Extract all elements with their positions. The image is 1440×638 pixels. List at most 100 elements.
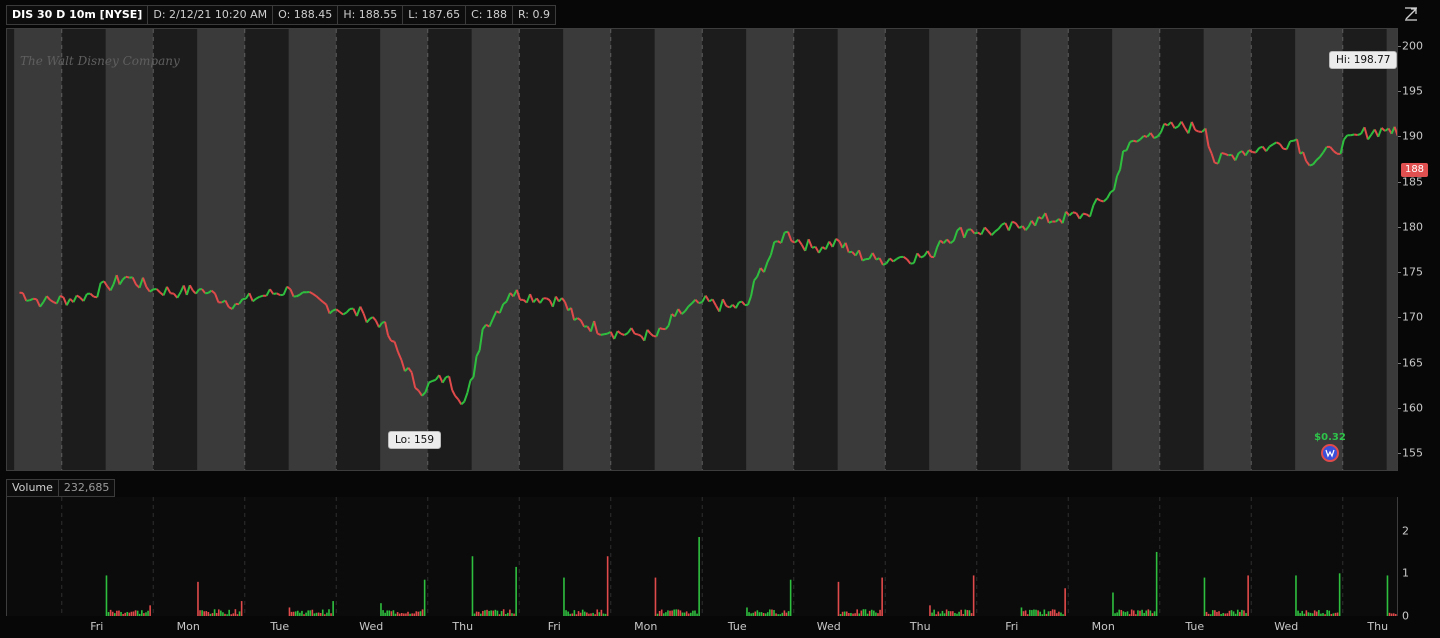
day-label: Wed: [1274, 620, 1299, 633]
day-label: Mon: [634, 620, 658, 633]
price-segment: [390, 339, 395, 343]
volume-bar: [1147, 609, 1150, 616]
price-segment: [432, 378, 437, 382]
price-tick-mark: [1398, 362, 1401, 364]
day-label: Mon: [1091, 620, 1115, 633]
volume-axis[interactable]: 0 1 2: [1398, 497, 1440, 622]
volume-chart-svg[interactable]: [7, 497, 1398, 616]
volume-bar: [675, 609, 678, 616]
day-label: Tue: [270, 620, 290, 633]
volume-bar: [1051, 609, 1054, 616]
session-band-overnight: [519, 29, 564, 470]
volume-bar: [217, 609, 220, 616]
volume-bar: [563, 577, 565, 616]
volume-bar: [332, 601, 334, 616]
price-segment: [1082, 212, 1087, 216]
price-tick-label: 190: [1402, 129, 1423, 143]
price-tick-label: 180: [1402, 220, 1423, 234]
volume-bar: [654, 577, 657, 616]
price-segment: [1011, 220, 1017, 224]
volume-bar: [234, 609, 237, 616]
price-tick-mark: [1398, 452, 1401, 454]
price-segment: [637, 333, 642, 337]
volume-header: Volume 232,685: [6, 479, 116, 497]
session-band-overnight: [976, 29, 1021, 470]
session-band-trading: [1386, 29, 1397, 470]
price-tick-label: 170: [1402, 310, 1423, 324]
day-label: Fri: [90, 620, 104, 633]
day-label: Fri: [547, 620, 561, 633]
price-segment: [273, 292, 277, 296]
session-band-trading: [1295, 29, 1343, 470]
volume-bar: [213, 609, 216, 616]
day-label: Wed: [359, 620, 384, 633]
volume-bar: [1020, 607, 1023, 616]
volume-tick-label: 0: [1402, 609, 1409, 623]
volume-label[interactable]: Volume: [7, 480, 59, 496]
volume-bar: [698, 537, 700, 616]
session-band-overnight: [1342, 29, 1387, 470]
price-chart-panel[interactable]: The Walt Disney Company: [6, 28, 1398, 471]
day-label: Thu: [452, 620, 474, 633]
volume-bar: [864, 609, 867, 616]
volume-chart-panel[interactable]: [6, 497, 1398, 616]
low-callout: Lo: 159: [388, 431, 442, 449]
volume-bar: [862, 609, 865, 616]
price-chart-svg[interactable]: [7, 29, 1398, 471]
price-axis[interactable]: 155 160 165 170 175 180 185 190 195 200: [1398, 28, 1440, 471]
volume-bar: [837, 581, 840, 616]
volume-bar: [972, 575, 975, 616]
session-band-overnight: [61, 29, 106, 470]
price-tick-mark: [1398, 226, 1401, 228]
price-segment: [1224, 152, 1229, 157]
volume-bar: [856, 609, 858, 616]
price-segment: [1072, 211, 1077, 215]
symbol-label[interactable]: DIS 30 D 10m [NYSE]: [7, 6, 149, 24]
price-segment: [242, 297, 247, 301]
session-band-overnight: [7, 29, 15, 470]
high-readout: H: 188.55: [338, 6, 404, 24]
session-band-overnight: [1159, 29, 1204, 470]
price-segment: [974, 231, 979, 235]
price-segment: [603, 332, 608, 336]
price-tick-mark: [1398, 181, 1401, 183]
session-band-trading: [105, 29, 154, 470]
company-watermark: The Walt Disney Company: [20, 54, 180, 68]
volume-bar: [881, 577, 883, 616]
price-segment: [26, 299, 30, 302]
price-tick-label: 175: [1402, 265, 1423, 279]
session-band-overnight: [153, 29, 198, 470]
volume-bar: [929, 605, 931, 616]
volume-bar: [421, 609, 424, 616]
price-segment: [1122, 149, 1127, 153]
day-label: Fri: [1005, 620, 1019, 633]
maximize-button[interactable]: [1400, 4, 1422, 24]
dividend-label: $0.32: [1314, 432, 1346, 443]
volume-bar: [105, 575, 108, 616]
session-band-trading: [14, 29, 62, 470]
session-band-trading: [471, 29, 520, 470]
volume-bar: [1247, 575, 1249, 616]
volume-tick-label: 2: [1402, 524, 1409, 538]
price-segment: [296, 293, 301, 298]
price-segment: [1174, 125, 1179, 130]
price-segment: [1309, 163, 1314, 167]
price-tick-label: 200: [1402, 39, 1423, 53]
dividend-marker[interactable]: $0.32: [1309, 432, 1351, 466]
price-segment: [59, 294, 64, 299]
dividend-marker-icon[interactable]: [1321, 444, 1339, 462]
price-segment: [920, 255, 925, 259]
volume-bar: [1064, 588, 1066, 616]
volume-bar: [380, 603, 382, 616]
day-label: Thu: [909, 620, 931, 633]
price-segment: [774, 240, 778, 243]
chart-header: DIS 30 D 10m [NYSE] D: 2/12/21 10:20 AM …: [6, 5, 557, 25]
volume-tick-label: 1: [1402, 566, 1409, 580]
price-segment: [428, 380, 433, 384]
volume-bar: [328, 609, 330, 616]
volume-bar: [1295, 575, 1297, 616]
price-segment: [29, 297, 34, 302]
time-axis[interactable]: Fri Mon Tue Wed Thu Fri Mon Tue Wed Thu Fri Mon Tue W…: [6, 616, 1398, 638]
session-band-overnight: [793, 29, 838, 470]
session-band-trading: [288, 29, 337, 470]
